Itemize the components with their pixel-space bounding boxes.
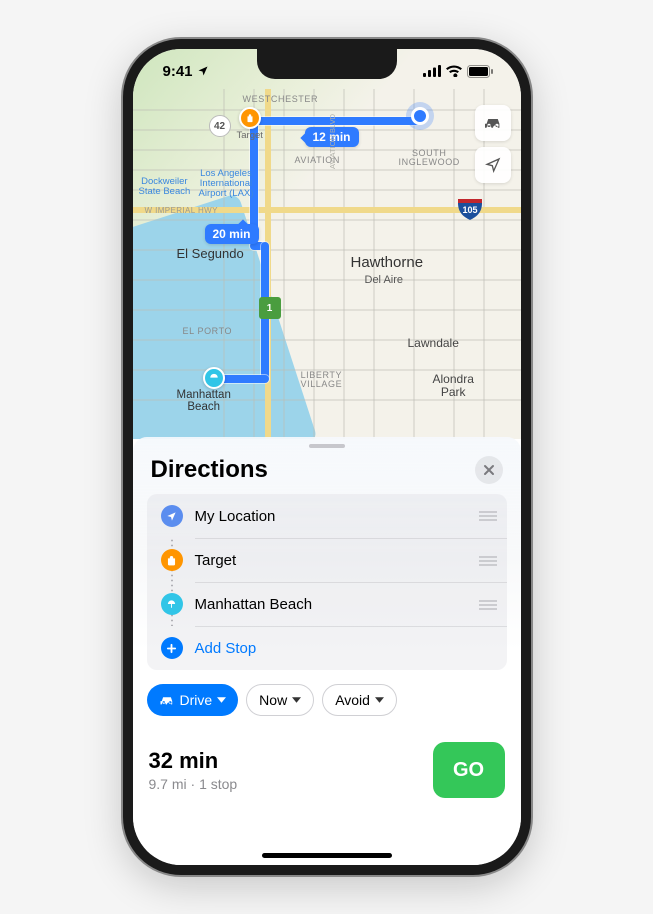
label-target: Target [237, 131, 263, 141]
notch [257, 49, 397, 79]
drag-handle-icon[interactable] [479, 600, 497, 610]
home-indicator[interactable] [262, 853, 392, 858]
avoid-label: Avoid [335, 692, 370, 708]
phone-screen: 9:41 [133, 49, 521, 865]
recenter-button[interactable] [475, 147, 511, 183]
location-icon [161, 505, 183, 527]
stop-target[interactable]: Target [161, 538, 507, 582]
status-time: 9:41 [163, 63, 209, 80]
eta-block: 32 min 9.7 mi · 1 stop [149, 748, 238, 792]
options-row: Drive Now Avoid [133, 670, 521, 716]
avoid-button[interactable]: Avoid [322, 684, 397, 716]
umbrella-icon [161, 593, 183, 615]
drag-handle-icon[interactable] [479, 556, 497, 566]
footer: 32 min 9.7 mi · 1 stop GO [133, 716, 521, 822]
chevron-down-icon [292, 697, 301, 703]
battery-icon [467, 65, 493, 78]
sheet-header: Directions [133, 448, 521, 494]
stop-my-location[interactable]: My Location [161, 494, 507, 538]
drive-mode-button[interactable]: Drive [147, 684, 239, 716]
eta-sub: 9.7 mi · 1 stop [149, 776, 238, 792]
interstate-105-shield: 105 [457, 197, 483, 221]
add-stop-label: Add Stop [195, 640, 257, 657]
location-arrow-icon [197, 65, 209, 77]
chevron-down-icon [375, 697, 384, 703]
phone-frame: 9:41 [123, 39, 531, 875]
when-button[interactable]: Now [246, 684, 314, 716]
wifi-icon [446, 65, 462, 77]
manhattan-beach-pin[interactable] [203, 367, 225, 389]
stop-label: My Location [195, 508, 276, 525]
route-42-shield: 42 [209, 115, 231, 137]
eta-time: 32 min [149, 748, 238, 774]
label-aviation-blvd: AVIATION BLVD [329, 114, 337, 169]
route-1-shield: 1 [259, 297, 281, 319]
plus-icon [161, 637, 183, 659]
stops-card: My Location Target [147, 494, 507, 670]
label-lawndale: Lawndale [408, 337, 459, 350]
target-pin[interactable] [239, 107, 261, 129]
drag-handle-icon[interactable] [479, 511, 497, 521]
stop-label: Target [195, 552, 237, 569]
stop-label: Manhattan Beach [195, 596, 313, 613]
label-westchester: WESTCHESTER [243, 95, 319, 104]
add-stop-button[interactable]: Add Stop [161, 626, 507, 670]
label-south-inglewood: SOUTH INGLEWOOD [399, 149, 460, 168]
umbrella-icon [209, 373, 219, 383]
current-location-dot [411, 107, 429, 125]
cellular-icon [423, 65, 441, 77]
clock-text: 9:41 [163, 63, 193, 80]
label-alondra-park: Alondra Park [433, 373, 474, 398]
label-dockweiler: Dockweiler State Beach [139, 177, 191, 197]
transport-mode-button[interactable] [475, 105, 511, 141]
label-el-segundo: El Segundo [177, 247, 244, 261]
route-time-2[interactable]: 20 min [205, 224, 259, 244]
label-el-porto: EL PORTO [183, 327, 233, 336]
label-liberty-village: LIBERTY VILLAGE [301, 371, 343, 390]
drive-label: Drive [180, 692, 213, 708]
label-hawthorne: Hawthorne [351, 255, 424, 271]
close-button[interactable] [475, 456, 503, 484]
bag-icon [245, 113, 255, 123]
status-indicators [423, 65, 493, 78]
bag-icon [161, 549, 183, 571]
now-label: Now [259, 692, 287, 708]
car-icon [483, 115, 503, 131]
sheet-title: Directions [151, 456, 268, 484]
car-icon [159, 694, 175, 707]
go-button[interactable]: GO [433, 742, 505, 798]
go-label: GO [453, 759, 484, 782]
directions-sheet[interactable]: Directions My Location [133, 437, 521, 865]
label-manhattan-beach: Manhattan Beach [177, 389, 231, 413]
close-icon [483, 464, 495, 476]
time-text: 20 min [213, 227, 251, 241]
stop-manhattan-beach[interactable]: Manhattan Beach [161, 582, 507, 626]
chevron-down-icon [217, 697, 226, 703]
label-del-aire: Del Aire [365, 275, 404, 287]
svg-text:105: 105 [462, 205, 477, 215]
map-area[interactable]: 12 min 20 min 42 1 105 WESTCHESTER Targe… [133, 49, 521, 439]
location-arrow-icon [485, 157, 501, 173]
label-imperial: W IMPERIAL HWY [145, 207, 218, 215]
label-lax: Los Angeles International Airport (LAX) [199, 169, 254, 199]
